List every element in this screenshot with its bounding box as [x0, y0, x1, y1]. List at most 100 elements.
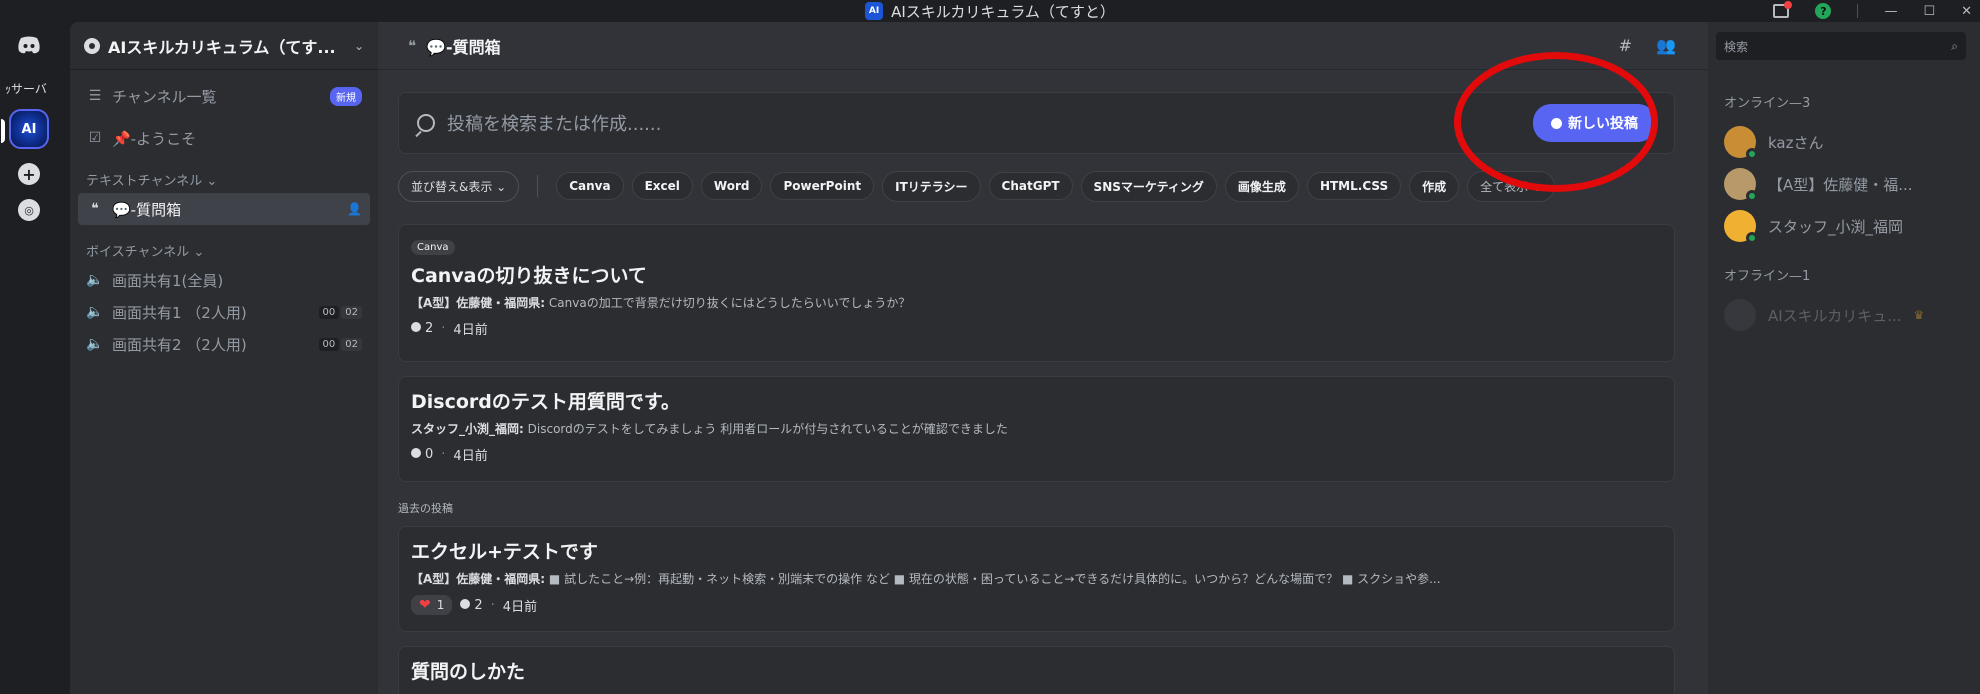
search-icon: ⌕ — [1951, 38, 1958, 53]
post-time: 4日前 — [502, 599, 538, 615]
category-label: ボイスチャンネル — [86, 245, 190, 260]
divider — [537, 175, 539, 197]
comment-count: 0 — [411, 447, 433, 462]
avatar — [1724, 126, 1758, 160]
tag-filter[interactable]: Word — [700, 172, 763, 200]
member-name: スタッフ_小渕_福岡 — [1768, 217, 1904, 236]
user-count: 00 — [318, 305, 340, 319]
separator: · — [441, 447, 446, 462]
server-gear-icon — [84, 37, 100, 54]
speaker-icon: 🔈 — [86, 304, 104, 320]
voice-channel[interactable]: 🔈 画面共有1 （2人用) 00 02 — [78, 296, 370, 328]
user-count: 00 — [318, 337, 340, 351]
separator: · — [441, 321, 446, 336]
tag-filter[interactable]: ChatGPT — [988, 172, 1073, 200]
heart-icon: ❤ — [419, 597, 431, 613]
post-preview: 【A型】佐藤健・福岡県: Canvaの加工で背景だけ切り抜くにはどうしたらいいで… — [411, 294, 1662, 311]
server-icon-ai[interactable]: AI — [1, 109, 49, 149]
post-author: 【A型】佐藤健・福岡県: — [411, 572, 546, 586]
post-title: Discordのテスト用質問です。 — [411, 391, 680, 413]
channel-label: 💬-質問箱 — [112, 200, 182, 219]
tag-filter[interactable]: PowerPoint — [770, 172, 875, 200]
post-preview: スタッフ_小渕_福岡: Discordのテストをしてみましょう 利用者ロールが付… — [411, 420, 1662, 437]
forum-post[interactable]: Canva Canvaの切り抜きについて 【A型】佐藤健・福岡県: Canvaの… — [398, 224, 1675, 362]
post-meta: 0 · 4日前 — [411, 445, 1662, 464]
add-member-icon[interactable]: 👤 — [347, 202, 362, 216]
member-name: 【A型】佐藤健・福... — [1768, 175, 1913, 194]
forum-post[interactable]: 質問のしかた — [398, 646, 1675, 694]
tag-filter[interactable]: ITリテラシー — [882, 170, 981, 202]
online-status-icon — [1746, 148, 1758, 160]
help-icon[interactable]: ? — [1815, 3, 1832, 19]
channel-list: ☰ チャンネル一覧 新規 ☑ 📌-ようこそ テキストチャンネル ⌄ ❝ 💬-質問… — [70, 70, 378, 370]
online-status-icon — [1746, 232, 1758, 244]
offline-group-label: オフライン—1 — [1724, 269, 1811, 284]
server-rail: ｯサーバ AI + ◎ — [0, 22, 58, 694]
server-header[interactable]: AIスキルカリキュラム（てす... ⌄ — [70, 22, 378, 70]
tag-filter[interactable]: Excel — [631, 172, 693, 200]
past-posts-label: 過去の投稿 — [398, 502, 453, 515]
close-icon[interactable]: ✕ — [1961, 4, 1972, 19]
add-server-icon[interactable]: + — [18, 163, 40, 185]
voice-channel[interactable]: 🔈 画面共有2 （2人用) 00 02 — [78, 328, 370, 360]
explore-icon[interactable]: ◎ — [18, 199, 40, 221]
channel-label: 画面共有1 （2人用) — [112, 303, 247, 322]
tag-filter[interactable]: SNSマーケティング — [1080, 170, 1217, 202]
forum-icon: ❝ — [91, 201, 99, 217]
window-title: AIスキルカリキュラム（てすと） — [891, 2, 1115, 21]
tag-filter[interactable]: Canva — [556, 172, 624, 200]
user-limit: 02 — [341, 305, 362, 319]
tag-filter[interactable]: 作成 — [1409, 170, 1460, 202]
channel-browse[interactable]: ☰ チャンネル一覧 新規 — [78, 80, 370, 112]
server-name: AIスキルカリキュラム（てす... — [108, 37, 336, 57]
post-author: 【A型】佐藤健・福岡県: — [411, 296, 546, 310]
channel-label: チャンネル一覧 — [112, 87, 217, 106]
inbox-icon[interactable] — [1773, 1, 1793, 18]
app-icon: AI — [865, 2, 884, 20]
new-badge: 新規 — [330, 86, 362, 106]
reaction-heart[interactable]: ❤ 1 — [411, 595, 453, 615]
channel-title: 💬-質問箱 — [426, 37, 501, 57]
sort-button[interactable]: 並び替え&表示 ⌄ — [398, 170, 520, 202]
member-item[interactable]: 【A型】佐藤健・福... — [1724, 163, 1964, 205]
user-limit-badge: 00 02 — [318, 337, 362, 351]
tag-filter[interactable]: HTML.CSS — [1306, 172, 1402, 200]
channel-label: 画面共有1(全員) — [112, 271, 224, 290]
header-toolbar: # 👥 — [1619, 36, 1676, 55]
rules-icon: ☑ — [88, 130, 102, 146]
reaction-count: 1 — [436, 598, 445, 612]
post-message: Canvaの加工で背景だけ切り抜くにはどうしたらいいでしょうか？ — [548, 296, 911, 310]
minimize-icon[interactable]: — — [1884, 4, 1897, 19]
threads-icon[interactable]: # — [1619, 36, 1632, 55]
member-item[interactable]: AIスキルカリキュ... ♛ — [1724, 294, 1964, 336]
channel-label: 📌-ようこそ — [112, 129, 197, 148]
comment-count-value: 2 — [474, 597, 483, 613]
search-placeholder: 検索 — [1724, 39, 1749, 54]
post-list: Canva Canvaの切り抜きについて 【A型】佐藤健・福岡県: Canvaの… — [398, 224, 1675, 694]
maximize-icon[interactable]: ☐ — [1923, 4, 1935, 19]
member-groups: オンライン—3 kazさん 【A型】佐藤健・福... スタッフ_小渕_福岡 オフ… — [1708, 22, 1980, 336]
divider — [1857, 4, 1859, 18]
member-item[interactable]: スタッフ_小渕_福岡 — [1724, 205, 1964, 247]
tag-filter[interactable]: 画像生成 — [1224, 170, 1299, 202]
crown-icon: ♛ — [1913, 308, 1925, 322]
discord-home-icon[interactable] — [16, 36, 42, 54]
search-input[interactable]: 投稿を検索または作成...... — [447, 110, 1533, 136]
forum-post[interactable]: エクセル+テストです 【A型】佐藤健・福岡県: ■ 試したこと→例：再起動・ネッ… — [398, 526, 1675, 632]
forum-post[interactable]: Discordのテスト用質問です。 スタッフ_小渕_福岡: Discordのテス… — [398, 376, 1675, 482]
member-item[interactable]: kazさん — [1724, 121, 1964, 163]
member-list-icon[interactable]: 👥 — [1656, 36, 1676, 55]
separator: · — [490, 597, 495, 613]
channel-welcome[interactable]: ☑ 📌-ようこそ — [78, 122, 370, 154]
voice-category[interactable]: ボイスチャンネル ⌄ — [78, 225, 370, 264]
voice-channel[interactable]: 🔈 画面共有1(全員) — [78, 264, 370, 296]
post-author: スタッフ_小渕_福岡: — [411, 422, 524, 436]
post-preview: 【A型】佐藤健・福岡県: ■ 試したこと→例：再起動・ネット検索・別端末での操作… — [411, 570, 1662, 587]
online-group-label: オンライン—3 — [1724, 96, 1811, 111]
text-category[interactable]: テキストチャンネル ⌄ — [78, 154, 370, 193]
search-input[interactable]: 検索 ⌕ — [1716, 32, 1966, 60]
comment-count: 2 — [460, 597, 483, 613]
member-name: AIスキルカリキュ... — [1768, 306, 1902, 325]
avatar — [1724, 210, 1758, 244]
channel-question-box[interactable]: ❝ 💬-質問箱 👤 — [78, 193, 370, 225]
